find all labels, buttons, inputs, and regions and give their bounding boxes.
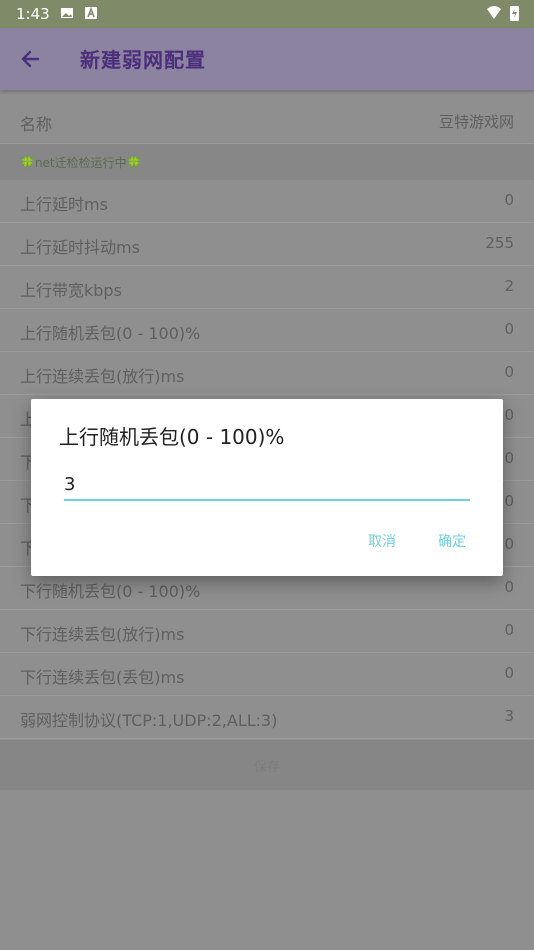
edit-value-dialog: 上行随机丢包(0 - 100)% 取消 确定	[31, 399, 503, 576]
ok-button[interactable]: 确定	[438, 531, 466, 551]
dialog-title: 上行随机丢包(0 - 100)%	[59, 425, 285, 449]
cancel-button[interactable]: 取消	[368, 531, 396, 551]
value-input[interactable]	[64, 467, 470, 501]
